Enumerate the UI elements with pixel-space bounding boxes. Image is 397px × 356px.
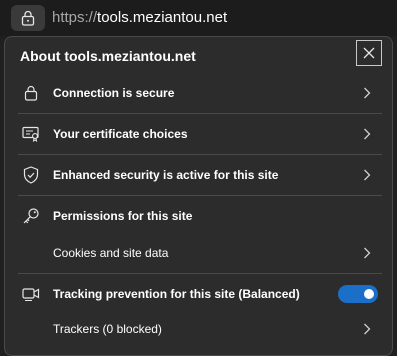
shield-icon bbox=[22, 166, 40, 184]
chevron-right-icon bbox=[362, 168, 372, 182]
toggle-knob bbox=[364, 289, 374, 299]
tracking-prevention-toggle[interactable] bbox=[338, 285, 378, 303]
address-url[interactable]: https://tools.meziantou.net bbox=[52, 8, 227, 28]
chevron-right-icon bbox=[362, 127, 372, 141]
close-icon bbox=[363, 47, 375, 59]
connection-secure-item[interactable]: Connection is secure bbox=[5, 73, 392, 113]
trackers-label: Trackers (0 blocked) bbox=[53, 322, 162, 336]
permissions-label: Permissions for this site bbox=[53, 209, 193, 223]
certificate-choices-label: Your certificate choices bbox=[53, 127, 188, 141]
key-icon bbox=[22, 207, 40, 225]
certificate-icon bbox=[22, 125, 40, 143]
enhanced-security-label: Enhanced security is active for this sit… bbox=[53, 168, 279, 182]
site-info-panel: About tools.meziantou.net Connection is … bbox=[4, 36, 393, 356]
chevron-right-icon bbox=[362, 246, 372, 260]
panel-title: About tools.meziantou.net bbox=[20, 48, 196, 64]
tracking-icon bbox=[22, 285, 40, 303]
trackers-item[interactable]: Trackers (0 blocked) bbox=[5, 309, 392, 349]
certificate-choices-item[interactable]: Your certificate choices bbox=[5, 114, 392, 154]
lock-icon bbox=[22, 84, 40, 102]
lock-icon bbox=[21, 10, 35, 26]
chevron-right-icon bbox=[362, 86, 372, 100]
panel-header: About tools.meziantou.net bbox=[5, 37, 392, 71]
permissions-item: Permissions for this site bbox=[5, 196, 392, 236]
cookies-site-data-item[interactable]: Cookies and site data bbox=[5, 233, 392, 273]
tracking-prevention-item: Tracking prevention for this site (Balan… bbox=[5, 274, 392, 314]
cookies-site-data-label: Cookies and site data bbox=[53, 246, 169, 260]
site-info-button[interactable] bbox=[11, 5, 45, 31]
url-scheme: https:// bbox=[52, 9, 98, 26]
enhanced-security-item[interactable]: Enhanced security is active for this sit… bbox=[5, 155, 392, 195]
tracking-prevention-label: Tracking prevention for this site (Balan… bbox=[53, 287, 300, 301]
url-host: tools.meziantou.net bbox=[97, 9, 228, 26]
connection-secure-label: Connection is secure bbox=[53, 86, 175, 100]
close-button[interactable] bbox=[356, 40, 382, 66]
address-bar: https://tools.meziantou.net bbox=[0, 0, 397, 36]
chevron-right-icon bbox=[362, 322, 372, 336]
